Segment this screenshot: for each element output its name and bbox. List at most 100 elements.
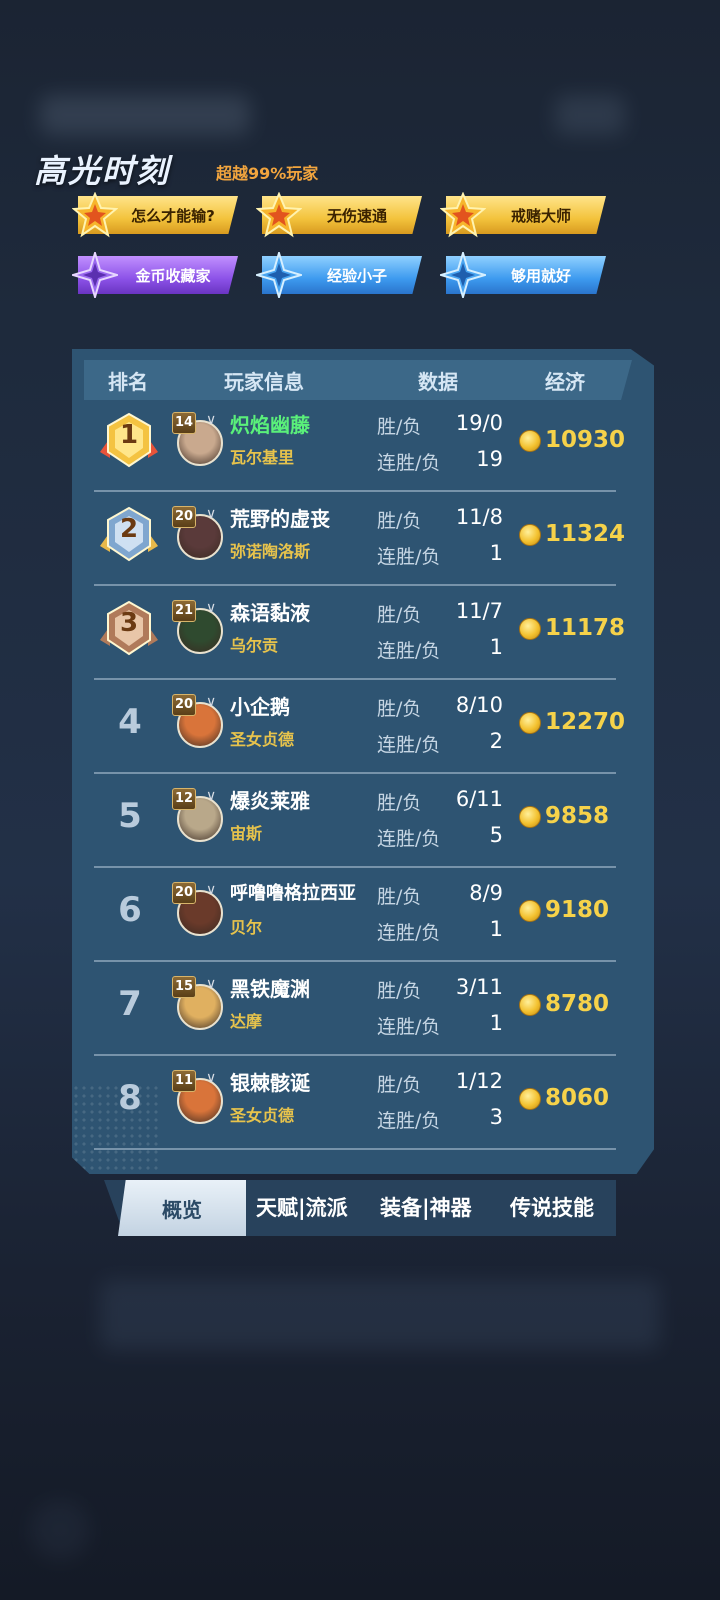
blurred-background-row: [100, 1280, 660, 1350]
hero-name: 弥诺陶洛斯: [230, 542, 311, 561]
gold-coin-icon: [519, 524, 541, 546]
player-name: 爆炎莱雅: [230, 789, 310, 813]
player-level-badge: 15: [172, 976, 196, 998]
win-loss-label: 胜/负: [377, 1074, 422, 1096]
win-loss-label: 胜/负: [377, 698, 422, 720]
header-rank: 排名: [108, 370, 148, 394]
gold-coin-icon: [519, 806, 541, 828]
chevron-down-icon: ∨: [206, 976, 217, 992]
player-level-badge: 14: [172, 412, 196, 434]
chevron-down-icon: ∨: [206, 694, 217, 710]
gold-coin-icon: [519, 430, 541, 452]
rank-number: 8: [118, 1078, 142, 1118]
badge-label: 怎么才能输?: [131, 206, 215, 225]
gold-star-icon: [72, 192, 118, 238]
streak-value: 1: [489, 541, 503, 565]
gold-value: 9858: [545, 803, 610, 829]
player-name: 森语黏液: [230, 601, 310, 625]
gold-coin-icon: [519, 900, 541, 922]
win-loss-label: 胜/负: [377, 510, 422, 532]
win-loss-value: 6/11: [455, 787, 503, 811]
chevron-down-icon: ∨: [206, 1070, 217, 1086]
player-name: 荒野的虚丧: [230, 507, 330, 531]
purple-star-icon: [72, 252, 118, 298]
header-data: 数据: [418, 370, 458, 394]
gold-coin-icon: [519, 1088, 541, 1110]
hero-name: 圣女贞德: [230, 730, 295, 749]
blue-star-icon: [256, 252, 302, 298]
gold-star-icon: [256, 192, 302, 238]
gold-value: 8780: [545, 991, 610, 1017]
win-loss-value: 3/11: [455, 975, 503, 999]
player-level-badge: 20: [172, 506, 196, 528]
win-loss-label: 胜/负: [377, 604, 422, 626]
streak-value: 1: [489, 1011, 503, 1035]
player-name: 银棘骸诞: [230, 1071, 310, 1095]
highlights-title: 高光时刻: [34, 152, 171, 190]
gold-value: 11178: [545, 615, 626, 641]
chevron-down-icon: ∨: [206, 788, 217, 804]
chevron-down-icon: ∨: [206, 600, 217, 616]
win-loss-label: 胜/负: [377, 980, 422, 1002]
streak-value: 19: [476, 447, 503, 471]
chevron-down-icon: ∨: [206, 412, 217, 428]
rank-number: 4: [118, 702, 142, 742]
blue-star-icon: [440, 252, 486, 298]
hero-name: 瓦尔基里: [230, 448, 295, 467]
highlights-subtitle: 超越99%玩家: [216, 164, 319, 183]
badge-label: 无伤速通: [326, 206, 387, 225]
player-name: 呼噜噜格拉西亚: [230, 883, 356, 904]
rank-number: 1: [119, 420, 139, 450]
hero-name: 宙斯: [230, 824, 263, 843]
rank-number: 6: [118, 890, 142, 930]
player-name: 黑铁魔渊: [230, 977, 310, 1001]
header-economy: 经济: [545, 370, 585, 394]
streak-value: 3: [489, 1105, 503, 1129]
win-loss-value: 8/10: [455, 693, 503, 717]
badge-label: 金币收藏家: [135, 266, 211, 285]
badge-label: 够用就好: [510, 266, 571, 285]
hero-name: 乌尔贡: [230, 636, 279, 655]
hero-name: 贝尔: [230, 918, 263, 937]
badge-label: 经验小子: [326, 266, 387, 285]
player-level-badge: 21: [172, 600, 196, 622]
win-loss-label: 胜/负: [377, 416, 422, 438]
streak-value: 1: [489, 635, 503, 659]
gold-coin-icon: [519, 712, 541, 734]
player-level-badge: 11: [172, 1070, 196, 1092]
gold-value: 12270: [545, 709, 626, 735]
win-loss-value: 8/9: [469, 881, 503, 905]
streak-value: 5: [489, 823, 503, 847]
gold-value: 11324: [545, 521, 626, 547]
win-loss-value: 11/7: [455, 599, 503, 623]
chevron-down-icon: ∨: [206, 882, 217, 898]
gold-value: 9180: [545, 897, 610, 923]
player-level-badge: 20: [172, 694, 196, 716]
streak-value: 1: [489, 917, 503, 941]
rank-number: 2: [119, 514, 139, 544]
blurred-background-icon: [30, 1500, 90, 1560]
gold-value: 8060: [545, 1085, 610, 1111]
header-player-info: 玩家信息: [224, 370, 304, 394]
rank-number: 5: [118, 796, 142, 836]
win-loss-label: 胜/负: [377, 886, 422, 908]
tab-legendary-skills[interactable]: 传说技能: [510, 1192, 594, 1222]
player-name: 炽焰幽藤: [230, 413, 310, 437]
tab-overview[interactable]: 概览: [118, 1180, 246, 1236]
hero-name: 达摩: [230, 1012, 263, 1031]
tab-talent-school[interactable]: 天赋|流派: [256, 1192, 348, 1222]
gold-coin-icon: [519, 618, 541, 640]
tab-label: 概览: [162, 1197, 202, 1222]
blurred-header-left: [40, 95, 250, 135]
win-loss-value: 19/0: [455, 411, 503, 435]
win-loss-value: 11/8: [455, 505, 503, 529]
row-divider: [94, 1148, 616, 1150]
player-level-badge: 12: [172, 788, 196, 810]
rank-number: 7: [118, 984, 142, 1024]
tab-equipment-artifact[interactable]: 装备|神器: [380, 1192, 472, 1222]
gold-value: 10930: [545, 427, 626, 453]
player-name: 小企鹅: [230, 695, 290, 719]
player-level-badge: 20: [172, 882, 196, 904]
win-loss-value: 1/12: [455, 1069, 503, 1093]
rank-number: 3: [119, 608, 139, 638]
